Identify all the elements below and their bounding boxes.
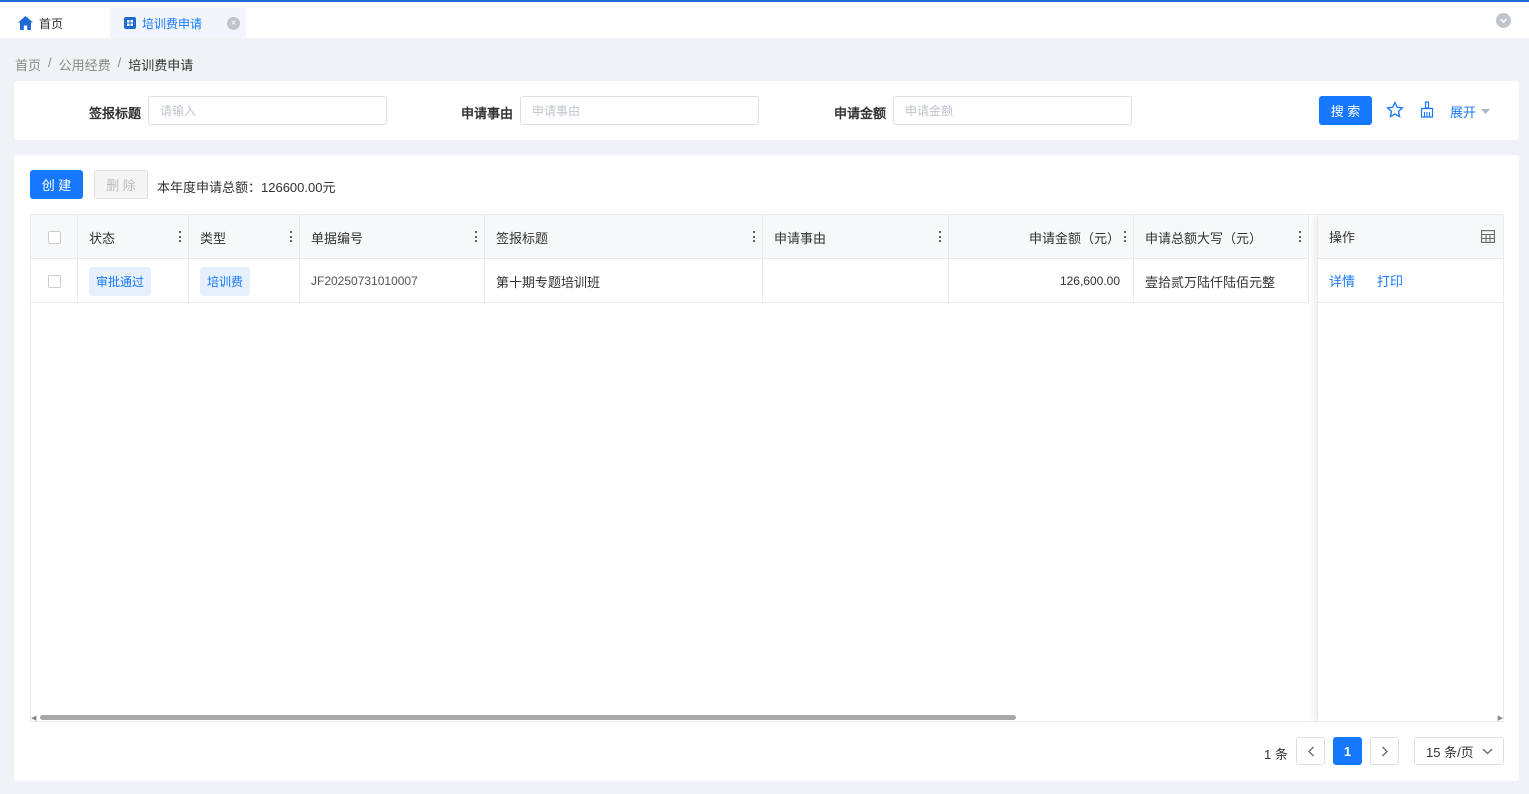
column-menu-icon[interactable] xyxy=(939,231,942,242)
grid-app-icon xyxy=(124,17,136,29)
select-all-checkbox[interactable] xyxy=(47,230,61,244)
chevron-left-icon xyxy=(1307,746,1314,756)
row-select-cell xyxy=(31,259,78,303)
row-checkbox[interactable] xyxy=(47,274,61,288)
cell-title: 第十期专题培训班 xyxy=(485,259,763,303)
data-table: 状态 类型 单据编号 签报标题 申请事由 申请金额（元） 申请总额大写（元） 审… xyxy=(30,214,1504,722)
cell-amount-upper: 壹拾贰万陆仟陆佰元整 xyxy=(1134,259,1309,303)
table-header-row: 状态 类型 单据编号 签报标题 申请事由 申请金额（元） 申请总额大写（元） xyxy=(31,215,1309,259)
column-header-reason-label: 申请事由 xyxy=(774,230,827,246)
column-settings-icon[interactable] xyxy=(1481,230,1495,246)
page-size-value: 15 条/页 xyxy=(1426,744,1474,760)
title-input[interactable] xyxy=(148,96,387,125)
breadcrumb-separator: / xyxy=(48,55,52,70)
annual-total-summary: 本年度申请总额：126600.00元 xyxy=(157,180,336,195)
detail-link[interactable]: 详情 xyxy=(1329,271,1355,290)
breadcrumb-separator: / xyxy=(117,55,122,70)
home-icon xyxy=(18,16,33,30)
column-header-amount-upper-label: 申请总额大写（元） xyxy=(1145,230,1263,246)
operations-column: 操作 详情 打印 xyxy=(1317,215,1503,721)
column-menu-icon[interactable] xyxy=(475,231,478,242)
tab-training-fee-label: 培训费申请 xyxy=(142,16,203,31)
column-menu-icon[interactable] xyxy=(179,231,182,242)
prev-page-button[interactable] xyxy=(1296,737,1325,765)
cell-status: 审批通过 xyxy=(78,259,189,303)
scroll-left-arrow-icon[interactable]: ◀ xyxy=(31,714,36,722)
chevron-down-icon xyxy=(1482,748,1493,754)
horizontal-scrollbar[interactable]: ◀ ▶ xyxy=(30,713,1504,722)
close-icon[interactable]: × xyxy=(227,17,240,30)
create-button[interactable]: 创 建 xyxy=(30,170,83,199)
expand-label: 展开 xyxy=(1450,105,1477,120)
breadcrumb: 首页 / 公用经费 / 培训费申请 xyxy=(15,55,193,74)
column-header-type[interactable]: 类型 xyxy=(189,215,300,259)
column-header-amount[interactable]: 申请金额（元） xyxy=(949,215,1134,259)
column-header-title-label: 签报标题 xyxy=(496,230,549,246)
cell-amount: 126,600.00 xyxy=(949,259,1134,303)
tab-home[interactable]: 首页 xyxy=(18,8,63,38)
search-button[interactable]: 搜 索 xyxy=(1319,96,1372,125)
column-header-amount-upper[interactable]: 申请总额大写（元） xyxy=(1134,215,1309,259)
cell-type: 培训费 xyxy=(189,259,300,303)
amount-input[interactable] xyxy=(893,96,1132,125)
table-panel: 创 建 删 除 本年度申请总额：126600.00元 状态 类型 单据编号 签报… xyxy=(14,155,1519,781)
column-menu-icon[interactable] xyxy=(753,231,756,242)
operations-cell: 详情 打印 xyxy=(1318,259,1503,303)
breadcrumb-item-home[interactable]: 首页 xyxy=(15,55,41,74)
column-header-reason[interactable]: 申请事由 xyxy=(763,215,949,259)
column-header-title[interactable]: 签报标题 xyxy=(485,215,763,259)
reason-input[interactable] xyxy=(520,96,759,125)
column-header-status[interactable]: 状态 xyxy=(78,215,189,259)
column-header-operations-label: 操作 xyxy=(1329,230,1356,245)
column-menu-icon[interactable] xyxy=(290,231,293,242)
scrollbar-thumb[interactable] xyxy=(40,715,1016,720)
column-header-operations: 操作 xyxy=(1318,215,1503,259)
column-header-doc-no-label: 单据编号 xyxy=(311,230,364,246)
column-header-status-label: 状态 xyxy=(89,230,116,246)
amount-field-label: 申请金额 xyxy=(834,106,887,121)
print-link[interactable]: 打印 xyxy=(1377,271,1403,290)
tab-bar: 首页 培训费申请 × xyxy=(0,2,1529,38)
page-1-button[interactable]: 1 xyxy=(1333,737,1362,765)
column-menu-icon[interactable] xyxy=(1124,231,1127,242)
next-page-button[interactable] xyxy=(1370,737,1399,765)
header-select-all-cell xyxy=(31,215,78,259)
total-count: 1 条 xyxy=(1264,747,1288,762)
delete-button[interactable]: 删 除 xyxy=(94,170,148,199)
reason-field-label: 申请事由 xyxy=(461,106,514,121)
caret-down-icon xyxy=(1481,108,1491,114)
tab-home-label: 首页 xyxy=(39,16,64,31)
page-size-select[interactable]: 15 条/页 xyxy=(1414,737,1504,765)
tab-training-fee[interactable]: 培训费申请 × xyxy=(110,8,246,38)
chevron-right-icon xyxy=(1381,746,1388,756)
cell-reason xyxy=(763,259,949,303)
column-menu-icon[interactable] xyxy=(1299,231,1302,242)
tab-menu-icon[interactable] xyxy=(1496,13,1511,28)
clear-broom-icon[interactable] xyxy=(1419,101,1435,118)
table-row[interactable]: 审批通过 培训费 JF20250731010007 第十期专题培训班 126,6… xyxy=(31,259,1309,303)
search-panel: 签报标题 申请事由 申请金额 搜 索 展开 xyxy=(14,81,1519,140)
title-field-label: 签报标题 xyxy=(89,106,142,121)
star-icon[interactable] xyxy=(1386,101,1404,119)
cell-doc-no: JF20250731010007 xyxy=(300,259,485,303)
column-header-type-label: 类型 xyxy=(200,230,227,246)
status-badge: 审批通过 xyxy=(89,266,152,296)
breadcrumb-item-public-funds[interactable]: 公用经费 xyxy=(59,55,111,74)
breadcrumb-item-current: 培训费申请 xyxy=(128,58,194,73)
expand-toggle[interactable]: 展开 xyxy=(1450,102,1491,121)
type-badge: 培训费 xyxy=(200,266,251,296)
scroll-right-arrow-icon[interactable]: ▶ xyxy=(1498,714,1503,722)
column-header-doc-no[interactable]: 单据编号 xyxy=(300,215,485,259)
column-header-amount-label: 申请金额（元） xyxy=(1028,230,1120,246)
